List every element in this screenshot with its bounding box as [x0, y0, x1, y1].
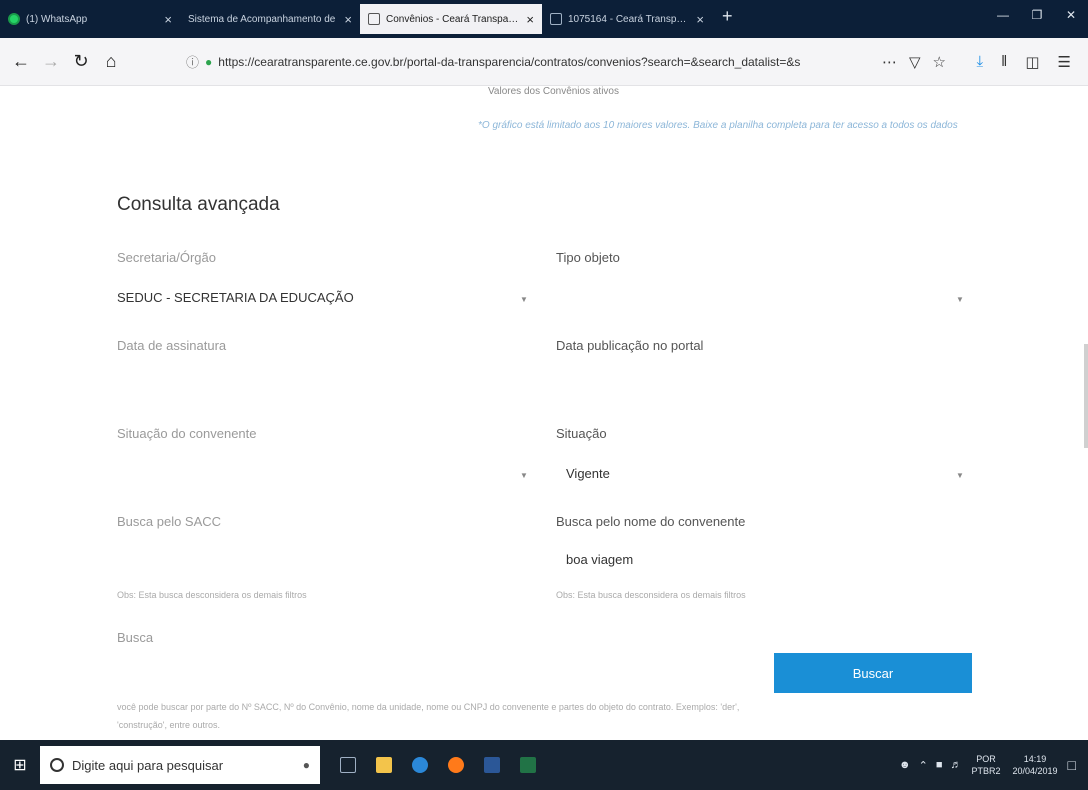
- scrollbar-thumb[interactable]: [1084, 344, 1088, 448]
- situacao-select[interactable]: Vigente: [566, 466, 966, 488]
- secretaria-select[interactable]: SEDUC - SECRETARIA DA EDUCAÇÃO: [117, 290, 537, 312]
- nome-convenente-obs-text: Obs: Esta busca desconsidera os demais f…: [556, 590, 746, 600]
- situacao-label: Situação: [556, 426, 607, 441]
- chart-note: *O gráfico está limitado aos 10 maiores …: [478, 120, 958, 131]
- chevron-up-icon[interactable]: ⌃: [919, 759, 928, 772]
- nome-convenente-input[interactable]: boa viagem: [566, 552, 966, 574]
- sacc-obs-text: Obs: Esta busca desconsidera os demais f…: [117, 590, 307, 600]
- language-indicator[interactable]: POR PTBR2: [971, 753, 1000, 777]
- close-icon[interactable]: ×: [164, 12, 172, 27]
- network-icon[interactable]: ■: [936, 759, 943, 771]
- sidebar-icon[interactable]: ◫: [1025, 53, 1039, 71]
- toolbar-right: ⤓ ‖ ◫ ☰: [968, 53, 1088, 71]
- navigation-bar: ← → ↻ ⌂ ⓘ ● https://cearatransparente.ce…: [0, 38, 1088, 86]
- chevron-down-icon: ▼: [520, 295, 528, 304]
- chevron-down-icon: ▼: [956, 471, 964, 480]
- download-icon[interactable]: ⤓: [977, 53, 984, 70]
- busca-help-text: você pode buscar por parte do Nº SACC, N…: [117, 702, 740, 730]
- situacao-convenente-select[interactable]: [117, 466, 537, 488]
- data-publicacao-label: Data publicação no portal: [556, 338, 704, 353]
- language-top: POR: [976, 754, 996, 764]
- clock-date: 20/04/2019: [1012, 766, 1058, 776]
- windows-start-icon[interactable]: ⊞: [0, 755, 40, 775]
- url-text: https://cearatransparente.ce.gov.br/port…: [218, 54, 801, 69]
- close-icon[interactable]: ×: [526, 12, 534, 27]
- system-tray: ☻ ⌃ ■ ♬ POR PTBR2 14:19 20/04/2019 □: [895, 753, 1088, 777]
- browser-tab-strip: (1) WhatsApp × Sistema de Acompanhamento…: [0, 0, 1088, 38]
- firefox-icon[interactable]: [448, 757, 464, 773]
- chevron-down-icon: ▼: [956, 295, 964, 304]
- situacao-convenente-label: Situação do convenente: [117, 426, 257, 441]
- address-bar[interactable]: ⓘ ● https://cearatransparente.ce.gov.br/…: [186, 47, 836, 77]
- restore-icon[interactable]: ❐: [1020, 0, 1054, 30]
- tab-whatsapp[interactable]: (1) WhatsApp ×: [0, 4, 180, 34]
- tipo-objeto-label: Tipo objeto: [556, 250, 620, 265]
- pocket-icon[interactable]: ▽: [909, 53, 921, 71]
- minimize-icon[interactable]: —: [986, 0, 1020, 30]
- chart-title-cut: Valores dos Convênios ativos: [488, 86, 619, 97]
- library-icon[interactable]: ‖: [1001, 53, 1007, 70]
- data-publicacao-field[interactable]: [556, 364, 966, 392]
- close-icon[interactable]: ×: [344, 12, 352, 27]
- bookmark-star-icon[interactable]: ☆: [933, 53, 946, 71]
- page-actions: ⋯ ▽ ☆: [876, 53, 952, 71]
- forward-icon[interactable]: →: [36, 51, 66, 72]
- chrome-icon[interactable]: [412, 757, 428, 773]
- back-icon[interactable]: ←: [6, 51, 36, 72]
- excel-icon[interactable]: [520, 757, 536, 773]
- word-icon[interactable]: [484, 757, 500, 773]
- sacc-label: Busca pelo SACC: [117, 514, 222, 529]
- tab-title: Convênios - Ceará Transparen: [386, 13, 521, 25]
- whatsapp-icon: [8, 13, 20, 25]
- secretaria-label: Secretaria/Órgão: [117, 250, 216, 265]
- menu-icon[interactable]: ☰: [1058, 53, 1071, 71]
- buscar-button[interactable]: Buscar: [774, 653, 972, 693]
- more-actions-icon[interactable]: ⋯: [882, 53, 897, 71]
- data-assinatura-label: Data de assinatura: [117, 338, 227, 353]
- taskbar-search-placeholder: Digite aqui para pesquisar: [72, 757, 224, 773]
- chevron-down-icon: ▼: [520, 471, 528, 480]
- tab-convenios[interactable]: Convênios - Ceará Transparen ×: [360, 4, 542, 34]
- notifications-icon[interactable]: □: [1068, 757, 1076, 773]
- close-window-icon[interactable]: ✕: [1054, 0, 1088, 30]
- info-icon[interactable]: ⓘ: [186, 52, 199, 71]
- language-bottom: PTBR2: [971, 766, 1001, 776]
- close-icon[interactable]: ×: [696, 12, 704, 27]
- tab-sistema-acompanhamento[interactable]: Sistema de Acompanhamento de ×: [180, 4, 360, 34]
- taskbar-search-box[interactable]: Digite aqui para pesquisar ●: [40, 746, 320, 784]
- tab-1075164[interactable]: 1075164 - Ceará Transparente ×: [542, 4, 712, 34]
- microphone-icon[interactable]: ●: [303, 758, 310, 772]
- page-icon: [550, 13, 562, 25]
- task-view-icon[interactable]: [340, 757, 356, 773]
- lock-icon: ●: [205, 54, 213, 69]
- tab-title: 1075164 - Ceará Transparente: [568, 13, 691, 25]
- busca-label: Busca: [117, 630, 154, 645]
- tab-title: (1) WhatsApp: [26, 13, 88, 25]
- home-icon[interactable]: ⌂: [96, 51, 126, 72]
- data-assinatura-field[interactable]: [117, 364, 537, 392]
- file-explorer-icon[interactable]: [376, 757, 392, 773]
- reload-icon[interactable]: ↻: [66, 51, 96, 72]
- taskbar-apps: [330, 757, 546, 773]
- tab-title: Sistema de Acompanhamento de: [188, 13, 336, 25]
- page-content: Valores dos Convênios ativos *O gráfico …: [0, 86, 1088, 740]
- clock-time: 14:19: [1023, 754, 1047, 764]
- windows-taskbar: ⊞ Digite aqui para pesquisar ● ☻ ⌃ ■ ♬ P…: [0, 740, 1088, 790]
- busca-input[interactable]: [117, 660, 757, 686]
- new-tab-button[interactable]: +: [722, 6, 733, 27]
- page-icon: [368, 13, 380, 25]
- sacc-input[interactable]: [117, 552, 537, 574]
- tipo-objeto-select[interactable]: [556, 290, 966, 312]
- clock[interactable]: 14:19 20/04/2019: [1012, 753, 1057, 777]
- cortana-icon: [50, 758, 64, 772]
- page-title: Consulta avançada: [117, 194, 280, 215]
- nome-convenente-label: Busca pelo nome do convenente: [556, 514, 746, 529]
- window-controls: — ❐ ✕: [986, 0, 1088, 30]
- volume-icon[interactable]: ♬: [950, 759, 961, 771]
- people-icon[interactable]: ☻: [899, 759, 911, 771]
